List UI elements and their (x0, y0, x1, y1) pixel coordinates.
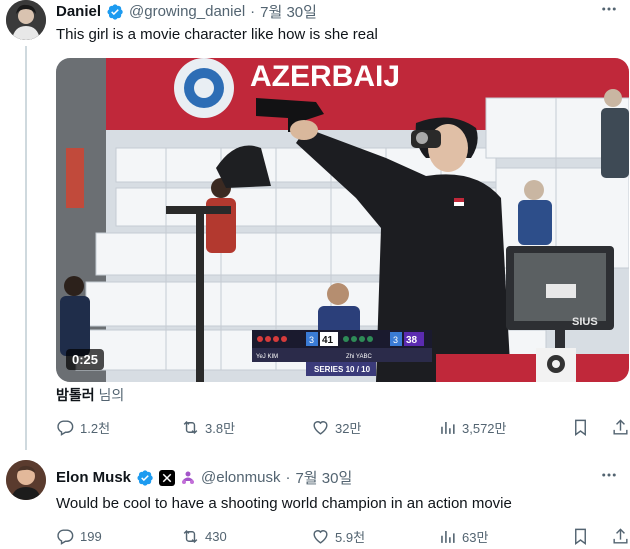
svg-text:YeJ KIM: YeJ KIM (256, 354, 278, 360)
views-button[interactable]: 63만 (438, 527, 571, 546)
author-name[interactable]: Daniel (56, 3, 101, 20)
tweet-daniel[interactable]: Daniel @growing_daniel · 7월 30일 This gir… (0, 0, 630, 455)
share-icon[interactable] (611, 527, 630, 546)
share-icon[interactable] (611, 418, 630, 437)
reply-icon (57, 420, 74, 436)
verified-badge-icon (106, 3, 124, 21)
reply-icon (57, 529, 74, 545)
tweet-text: Would be cool to have a shooting world c… (56, 495, 512, 512)
separator-dot: · (250, 3, 256, 20)
bookmark-icon[interactable] (571, 527, 590, 546)
tweet-actions: 1.2천 3.8만 32만 3,572만 (56, 418, 630, 437)
tweet-header: Elon Musk @elonmusk · 7월 30일 (56, 467, 352, 488)
svg-text:3: 3 (393, 335, 398, 345)
author-handle[interactable]: @growing_daniel (129, 3, 245, 20)
retweet-icon (183, 420, 198, 435)
like-icon (313, 530, 328, 544)
author-name[interactable]: Elon Musk (56, 469, 131, 486)
svg-text:38: 38 (406, 335, 418, 346)
translator-suffix: 님의 (98, 387, 125, 403)
reply-button[interactable]: 199 (56, 527, 181, 546)
banner-text: AZERBAIJ (250, 60, 400, 93)
retweet-icon (183, 529, 198, 544)
svg-text:SERIES 10 / 10: SERIES 10 / 10 (314, 365, 371, 374)
like-button[interactable]: 5.9천 (311, 527, 438, 546)
avatar-daniel[interactable] (6, 0, 46, 40)
separator-dot: · (285, 469, 291, 486)
thread-line (25, 46, 27, 450)
like-count: 32만 (335, 421, 362, 436)
retweet-count: 430 (205, 529, 227, 544)
translator-name[interactable]: 밤톨러 (56, 387, 95, 403)
retweet-button[interactable]: 3.8만 (181, 418, 311, 437)
svg-text:Zhi YABC: Zhi YABC (346, 354, 372, 360)
reply-count: 199 (80, 529, 102, 544)
tweet-header: Daniel @growing_daniel · 7월 30일 (56, 1, 317, 22)
tweet-text: This girl is a movie character like how … (56, 26, 378, 43)
video-duration: 0:25 (66, 349, 105, 370)
retweet-count: 3.8만 (205, 421, 236, 436)
tweet-elon[interactable]: Elon Musk @elonmusk · 7월 30일 Would be co… (0, 455, 630, 549)
views-icon (441, 530, 455, 543)
views-button[interactable]: 3,572만 (438, 418, 571, 437)
like-icon (313, 421, 328, 435)
verified-badge-icon (136, 469, 154, 487)
reply-count: 1.2천 (80, 421, 111, 436)
x-affiliate-icon[interactable] (159, 469, 176, 486)
avatar-elon[interactable] (6, 460, 46, 500)
tweet-actions: 199 430 5.9천 63만 (56, 527, 630, 546)
svg-text:3: 3 (309, 335, 314, 345)
tweet-date[interactable]: 7월 30일 (295, 467, 352, 488)
video-frame: AZERBAIJ SIUS 3 41 3 38 YeJ KIM Zhi YABC… (56, 58, 629, 382)
svg-text:41: 41 (322, 335, 334, 346)
reply-button[interactable]: 1.2천 (56, 418, 181, 437)
like-button[interactable]: 32만 (311, 418, 438, 437)
views-icon (441, 421, 455, 434)
retweet-button[interactable]: 430 (181, 527, 311, 546)
more-icon[interactable] (600, 0, 618, 23)
more-icon[interactable] (600, 466, 618, 489)
tweet-date[interactable]: 7월 30일 (260, 1, 317, 22)
bookmark-icon[interactable] (571, 418, 590, 437)
author-handle[interactable]: @elonmusk (201, 469, 280, 486)
views-count: 63만 (462, 530, 489, 545)
tweet-video[interactable]: AZERBAIJ SIUS 3 41 3 38 YeJ KIM Zhi YABC… (56, 58, 629, 382)
views-count: 3,572만 (462, 421, 507, 436)
like-count: 5.9천 (335, 530, 366, 545)
people-icon (180, 470, 196, 486)
monitor-brand: SIUS (572, 316, 598, 328)
translated-by: 밤톨러 님의 (56, 385, 124, 405)
